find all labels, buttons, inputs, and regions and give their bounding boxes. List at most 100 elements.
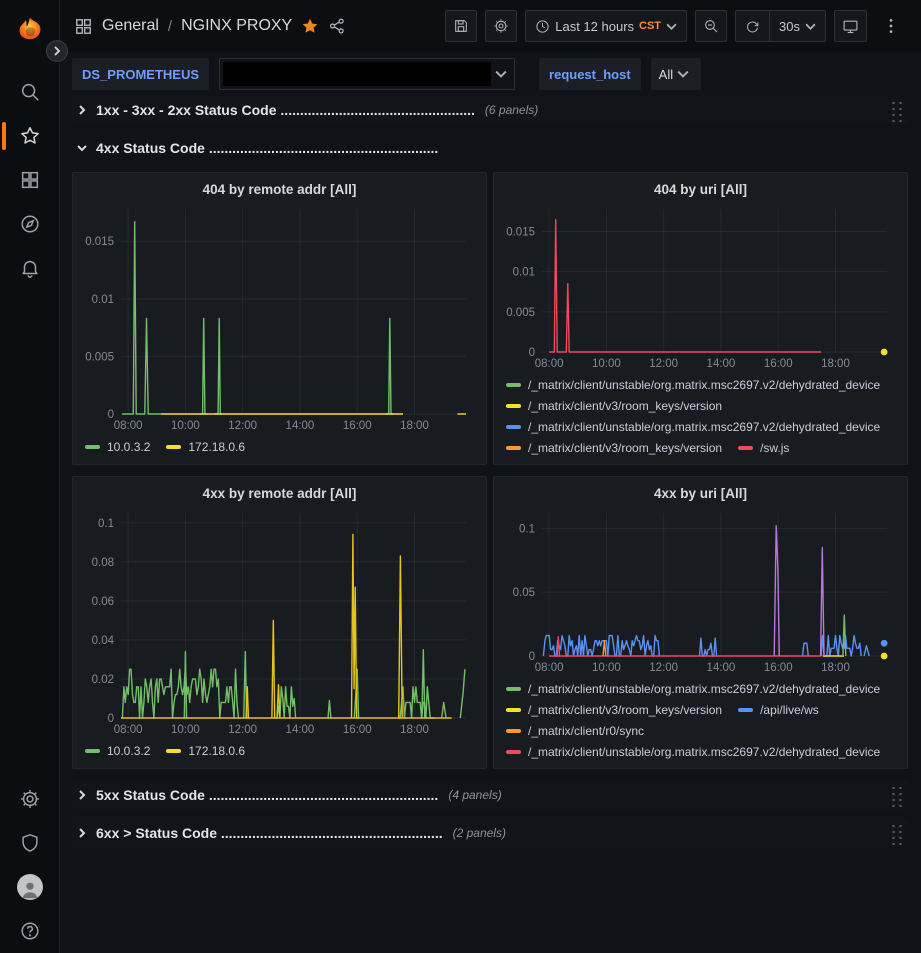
- legend-item[interactable]: /_matrix/client/unstable/org.matrix.msc2…: [506, 741, 880, 762]
- apps-grid-icon: [74, 17, 93, 36]
- row-drag-handle[interactable]: [889, 98, 904, 122]
- breadcrumb-folder[interactable]: General: [102, 17, 159, 35]
- legend-item[interactable]: 10.0.3.2: [85, 436, 150, 457]
- breadcrumb-separator: /: [168, 18, 172, 35]
- save-dashboard-button[interactable]: [445, 10, 477, 42]
- y-axis-label: 0.015: [85, 236, 114, 248]
- datasource-variable-label[interactable]: DS_PROMETHEUS: [72, 58, 209, 90]
- x-axis-label: 08:00: [535, 358, 564, 370]
- x-axis-label: 14:00: [286, 724, 315, 736]
- legend-label: 172.18.0.6: [188, 440, 245, 454]
- search-icon[interactable]: [0, 70, 60, 114]
- row-drag-handle[interactable]: [889, 783, 904, 807]
- series-line: [803, 643, 809, 656]
- panel-plot-area[interactable]: 08:0010:0012:0014:0016:0018:0000.050.1: [500, 505, 901, 676]
- panel: 404 by uri [All]08:0010:0012:0014:0016:0…: [493, 172, 908, 465]
- chart-svg[interactable]: 08:0010:0012:0014:0016:0018:0000.0050.01…: [79, 201, 480, 434]
- legend-label: /_matrix/client/unstable/org.matrix.msc2…: [528, 682, 880, 696]
- panel-title[interactable]: 4xx by remote addr [All]: [79, 481, 480, 505]
- row-title: 6xx > Status Code: [96, 825, 217, 841]
- legend-swatch: [506, 750, 521, 754]
- x-axis-label: 18:00: [400, 724, 429, 736]
- panel-legend: 10.0.3.2 172.18.0.6: [79, 738, 480, 764]
- series-line: [864, 646, 869, 656]
- legend-label: /_matrix/client/unstable/org.matrix.msc2…: [528, 378, 880, 392]
- panel-title[interactable]: 404 by uri [All]: [500, 177, 901, 201]
- explore-compass-icon[interactable]: [0, 202, 60, 246]
- legend-item[interactable]: 172.18.0.6: [166, 740, 245, 761]
- legend-item[interactable]: /_matrix/client/v3/room_keys/version: [506, 395, 722, 416]
- more-options-kebab-button[interactable]: [875, 10, 907, 42]
- x-axis-label: 08:00: [535, 662, 564, 674]
- cycle-view-mode-button[interactable]: [834, 10, 867, 42]
- series-point: [881, 640, 888, 647]
- share-icon[interactable]: [328, 17, 346, 35]
- legend-item[interactable]: /_matrix/client/unstable/org.matrix.msc2…: [506, 678, 880, 699]
- x-axis-label: 12:00: [228, 724, 257, 736]
- dashboard-header: General / NGINX PROXY Last 12 hours CST: [60, 0, 921, 52]
- legend-swatch: [506, 729, 521, 733]
- favorite-star-icon[interactable]: [301, 17, 319, 35]
- refresh-button[interactable]: [736, 11, 769, 41]
- help-icon[interactable]: [0, 909, 60, 953]
- legend-item[interactable]: /_matrix/client/unstable/org.matrix.msc2…: [506, 374, 880, 395]
- legend-item[interactable]: /_matrix/client/v3/room_keys/version: [506, 699, 722, 720]
- legend-swatch: [506, 446, 521, 450]
- row-1xx-3xx-2xx[interactable]: 1xx - 3xx - 2xx Status Code ............…: [72, 96, 908, 124]
- chart-svg[interactable]: 08:0010:0012:0014:0016:0018:0000.020.040…: [79, 505, 480, 738]
- x-axis-label: 12:00: [649, 662, 678, 674]
- x-axis-label: 10:00: [171, 420, 200, 432]
- panel-legend: /_matrix/client/unstable/org.matrix.msc2…: [500, 676, 901, 764]
- series-line: [399, 687, 435, 718]
- panel-title[interactable]: 404 by remote addr [All]: [79, 177, 480, 201]
- dashboards-icon[interactable]: [0, 158, 60, 202]
- legend-item[interactable]: /api/live/ws: [738, 699, 819, 720]
- legend-item[interactable]: /sw.js: [738, 437, 789, 458]
- active-indicator: [2, 122, 6, 150]
- legend-item[interactable]: /_matrix/client/unstable/org.matrix.msc2…: [506, 416, 880, 437]
- row-4xx[interactable]: 4xx Status Code ........................…: [72, 134, 908, 162]
- user-avatar[interactable]: [0, 865, 60, 909]
- series-line: [460, 669, 465, 718]
- series-line: [821, 636, 861, 656]
- row-drag-handle[interactable]: [889, 821, 904, 845]
- zoom-out-time-button[interactable]: [695, 10, 727, 42]
- legend-item[interactable]: /_matrix/client/r0/sync: [506, 720, 644, 741]
- x-axis-label: 08:00: [114, 420, 143, 432]
- time-range-picker[interactable]: Last 12 hours CST: [526, 11, 686, 41]
- refresh-interval-picker[interactable]: 30s: [769, 11, 825, 41]
- legend-label: /sw.js: [760, 441, 789, 455]
- y-axis-label: 0.015: [506, 226, 535, 238]
- dashboard-settings-button[interactable]: [485, 10, 517, 42]
- starred-dashboards-icon[interactable]: [0, 114, 60, 158]
- request-host-variable-label[interactable]: request_host: [539, 58, 641, 90]
- chart-svg[interactable]: 08:0010:0012:0014:0016:0018:0000.0050.01…: [500, 201, 901, 372]
- chevron-down-icon: [74, 143, 90, 153]
- chevron-down-icon: [666, 21, 677, 32]
- panel: 4xx by remote addr [All]08:0010:0012:001…: [72, 476, 487, 769]
- y-axis-label: 0.01: [513, 267, 535, 279]
- legend-item[interactable]: 172.18.0.6: [166, 436, 245, 457]
- row-6xx[interactable]: 6xx > Status Code ......................…: [72, 819, 908, 847]
- panel-plot-area[interactable]: 08:0010:0012:0014:0016:0018:0000.0050.01…: [79, 201, 480, 434]
- y-axis-label: 0.04: [92, 635, 115, 647]
- request-host-variable-select[interactable]: All: [651, 58, 701, 90]
- chart-svg[interactable]: 08:0010:0012:0014:0016:0018:0000.050.1: [500, 505, 901, 676]
- legend-item[interactable]: /_matrix/client/v3/room_keys/version: [506, 437, 722, 458]
- configuration-gear-icon[interactable]: [0, 777, 60, 821]
- server-admin-shield-icon[interactable]: [0, 821, 60, 865]
- sidebar-expand-button[interactable]: [46, 40, 68, 62]
- panel-plot-area[interactable]: 08:0010:0012:0014:0016:0018:0000.0050.01…: [500, 201, 901, 372]
- row-5xx[interactable]: 5xx Status Code ........................…: [72, 781, 908, 809]
- alerting-bell-icon[interactable]: [0, 246, 60, 290]
- datasource-variable-select[interactable]: [219, 58, 515, 90]
- row-panel-count: (4 panels): [448, 788, 501, 802]
- panel-plot-area[interactable]: 08:0010:0012:0014:0016:0018:0000.020.040…: [79, 505, 480, 738]
- y-axis-label: 0.08: [92, 557, 114, 569]
- panel-title[interactable]: 4xx by uri [All]: [500, 481, 901, 505]
- chevron-right-icon: [74, 828, 90, 838]
- x-axis-label: 14:00: [707, 662, 736, 674]
- legend-item[interactable]: 10.0.3.2: [85, 740, 150, 761]
- series-line: [328, 700, 331, 718]
- y-axis-label: 0.06: [92, 596, 114, 608]
